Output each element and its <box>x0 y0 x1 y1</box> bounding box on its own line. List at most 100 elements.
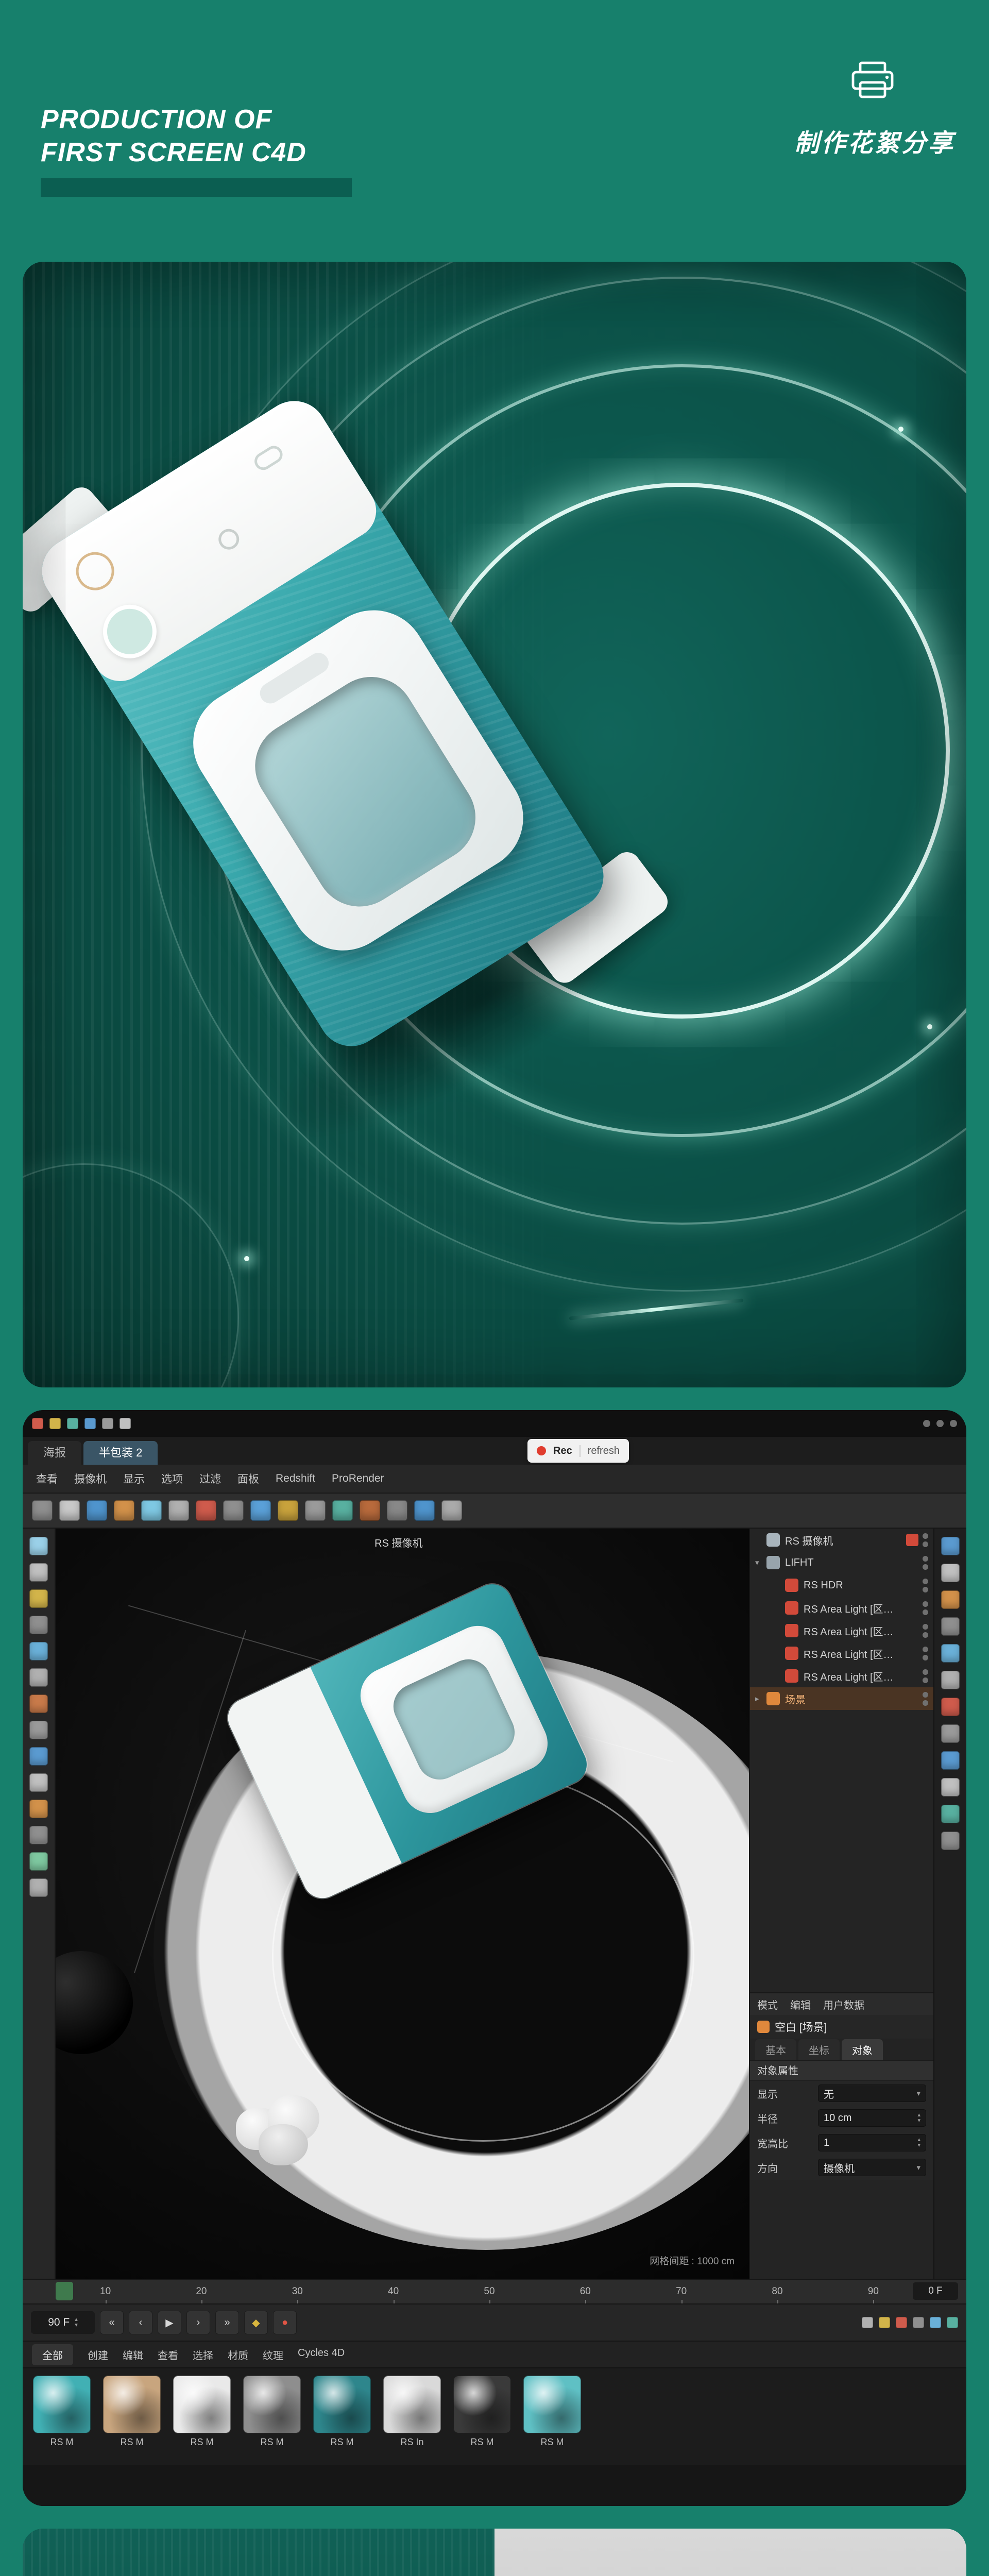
transport-extra-icon[interactable] <box>879 2317 890 2328</box>
mode-icon[interactable] <box>29 1668 48 1687</box>
object-tree-item[interactable]: RS Area Light [区域光] <box>750 1642 933 1665</box>
attribute-menu-item[interactable]: 编辑 <box>790 1997 811 2012</box>
material-menu-item[interactable]: Cycles 4D <box>298 2347 345 2362</box>
mode-icon[interactable] <box>29 1826 48 1844</box>
mode-icon[interactable] <box>29 1642 48 1660</box>
visibility-dots[interactable] <box>923 1647 928 1660</box>
material-thumbnail[interactable]: RS M <box>102 2376 162 2448</box>
toolbar-icon[interactable] <box>168 1500 189 1521</box>
toolbar-icon[interactable] <box>87 1500 107 1521</box>
mode-icon[interactable] <box>29 1694 48 1713</box>
object-tree-item[interactable]: RS Area Light [区域光] <box>750 1665 933 1687</box>
dropdown-arrow-icon[interactable]: ▾ <box>916 2089 920 2098</box>
material-thumbnail[interactable]: RS M <box>522 2376 582 2448</box>
object-tag-icon[interactable] <box>906 1692 918 1705</box>
object-tree-item[interactable]: RS Area Light [区域光] <box>750 1597 933 1619</box>
attribute-value-field[interactable]: 摄像机 ▾ ▴▾ <box>818 2159 926 2176</box>
object-tree-item[interactable]: RS Area Light [区域光] <box>750 1619 933 1642</box>
rec-button[interactable]: Rec <box>553 1445 572 1457</box>
object-tag-icon[interactable] <box>906 1602 918 1614</box>
attribute-value-field[interactable]: 10 cm ▾ ▴▾ <box>818 2109 926 2127</box>
expand-arrow-icon[interactable]: ▾ <box>755 1558 766 1567</box>
object-tree-item[interactable]: ▾ LIFHT <box>750 1551 933 1574</box>
mode-icon[interactable] <box>29 1537 48 1555</box>
viewport-menu-item[interactable]: 选项 <box>161 1471 183 1486</box>
dock-icon[interactable] <box>941 1537 960 1555</box>
attribute-menu-item[interactable]: 模式 <box>757 1997 778 2012</box>
dock-icon[interactable] <box>941 1751 960 1770</box>
refresh-button[interactable]: refresh <box>579 1445 620 1457</box>
object-tag-icon[interactable] <box>906 1624 918 1637</box>
toolbar-icon[interactable] <box>196 1500 216 1521</box>
viewport-menu-item[interactable]: 过滤 <box>199 1471 221 1486</box>
dock-icon[interactable] <box>941 1832 960 1850</box>
attribute-tab[interactable]: 基本 <box>755 2039 796 2060</box>
attribute-value-field[interactable]: 无 ▾ ▴▾ <box>818 2084 926 2102</box>
material-menu-item[interactable]: 材质 <box>228 2347 248 2362</box>
dock-icon[interactable] <box>941 1590 960 1609</box>
frame-field[interactable]: 90 F ▴▾ <box>31 2311 95 2334</box>
titlebar-icon[interactable] <box>84 1418 96 1429</box>
dock-icon[interactable] <box>941 1698 960 1716</box>
mode-icon[interactable] <box>29 1721 48 1739</box>
toolbar-icon[interactable] <box>305 1500 326 1521</box>
viewport-menu-item[interactable]: 摄像机 <box>74 1471 107 1486</box>
dock-icon[interactable] <box>941 1617 960 1636</box>
viewport-menu-item[interactable]: 面板 <box>237 1471 259 1486</box>
spinner-icon[interactable]: ▴▾ <box>917 2137 920 2148</box>
visibility-dots[interactable] <box>923 1692 928 1706</box>
dock-icon[interactable] <box>941 1778 960 1797</box>
toolbar-icon[interactable] <box>250 1500 271 1521</box>
titlebar-icon[interactable] <box>120 1418 131 1429</box>
mode-icon[interactable] <box>29 1878 48 1897</box>
next-frame-icon[interactable]: › <box>186 2311 210 2334</box>
toolbar-icon[interactable] <box>141 1500 162 1521</box>
mode-icon[interactable] <box>29 1616 48 1634</box>
dock-icon[interactable] <box>941 1724 960 1743</box>
keyframe-icon[interactable]: ◆ <box>244 2311 268 2334</box>
object-tag-icon[interactable] <box>906 1534 918 1546</box>
visibility-dots[interactable] <box>923 1624 928 1638</box>
mode-icon[interactable] <box>29 1589 48 1608</box>
visibility-dots[interactable] <box>923 1579 928 1592</box>
viewport[interactable]: RS 摄像机 网格间距 : 1000 cm <box>56 1529 749 2279</box>
transport-extra-icon[interactable] <box>930 2317 941 2328</box>
transport-extra-icon[interactable] <box>862 2317 873 2328</box>
material-thumbnail[interactable]: RS M <box>312 2376 372 2448</box>
mode-icon[interactable] <box>29 1563 48 1582</box>
viewport-menu-item[interactable]: 查看 <box>36 1471 58 1486</box>
object-tag-icon[interactable] <box>906 1670 918 1682</box>
dock-icon[interactable] <box>941 1805 960 1823</box>
object-tree-item[interactable]: RS HDR <box>750 1574 933 1597</box>
visibility-dots[interactable] <box>923 1601 928 1615</box>
layout-tab[interactable]: 海报 <box>28 1441 81 1465</box>
dropdown-arrow-icon[interactable]: ▾ <box>916 2163 920 2172</box>
materials-all-tab[interactable]: 全部 <box>32 2344 73 2365</box>
expand-arrow-icon[interactable]: ▸ <box>755 1694 766 1703</box>
timeline-ruler[interactable]: 102030405060708090 <box>23 2279 966 2303</box>
material-thumbnail[interactable]: RS M <box>452 2376 512 2448</box>
toolbar-icon[interactable] <box>32 1500 53 1521</box>
mode-icon[interactable] <box>29 1852 48 1871</box>
transport-extra-icon[interactable] <box>947 2317 958 2328</box>
dock-icon[interactable] <box>941 1671 960 1689</box>
object-tree-item[interactable]: RS 摄像机 <box>750 1529 933 1551</box>
toolbar-icon[interactable] <box>441 1500 462 1521</box>
visibility-dots[interactable] <box>923 1533 928 1547</box>
viewport-menu-item[interactable]: Redshift <box>276 1472 315 1485</box>
play-icon[interactable]: ▶ <box>158 2311 181 2334</box>
titlebar-icon[interactable] <box>49 1418 61 1429</box>
prev-frame-icon[interactable]: ‹ <box>129 2311 152 2334</box>
visibility-dots[interactable] <box>923 1556 928 1570</box>
mode-icon[interactable] <box>29 1773 48 1792</box>
material-menu-item[interactable]: 编辑 <box>123 2347 143 2362</box>
toolbar-icon[interactable] <box>59 1500 80 1521</box>
record-icon[interactable]: ● <box>273 2311 297 2334</box>
object-tag-icon[interactable] <box>906 1579 918 1591</box>
go-start-icon[interactable]: « <box>100 2311 124 2334</box>
toolbar-icon[interactable] <box>360 1500 380 1521</box>
titlebar-icon[interactable] <box>102 1418 113 1429</box>
object-tag-icon[interactable] <box>906 1647 918 1659</box>
attribute-tab[interactable]: 坐标 <box>798 2039 840 2060</box>
visibility-dots[interactable] <box>923 1669 928 1683</box>
